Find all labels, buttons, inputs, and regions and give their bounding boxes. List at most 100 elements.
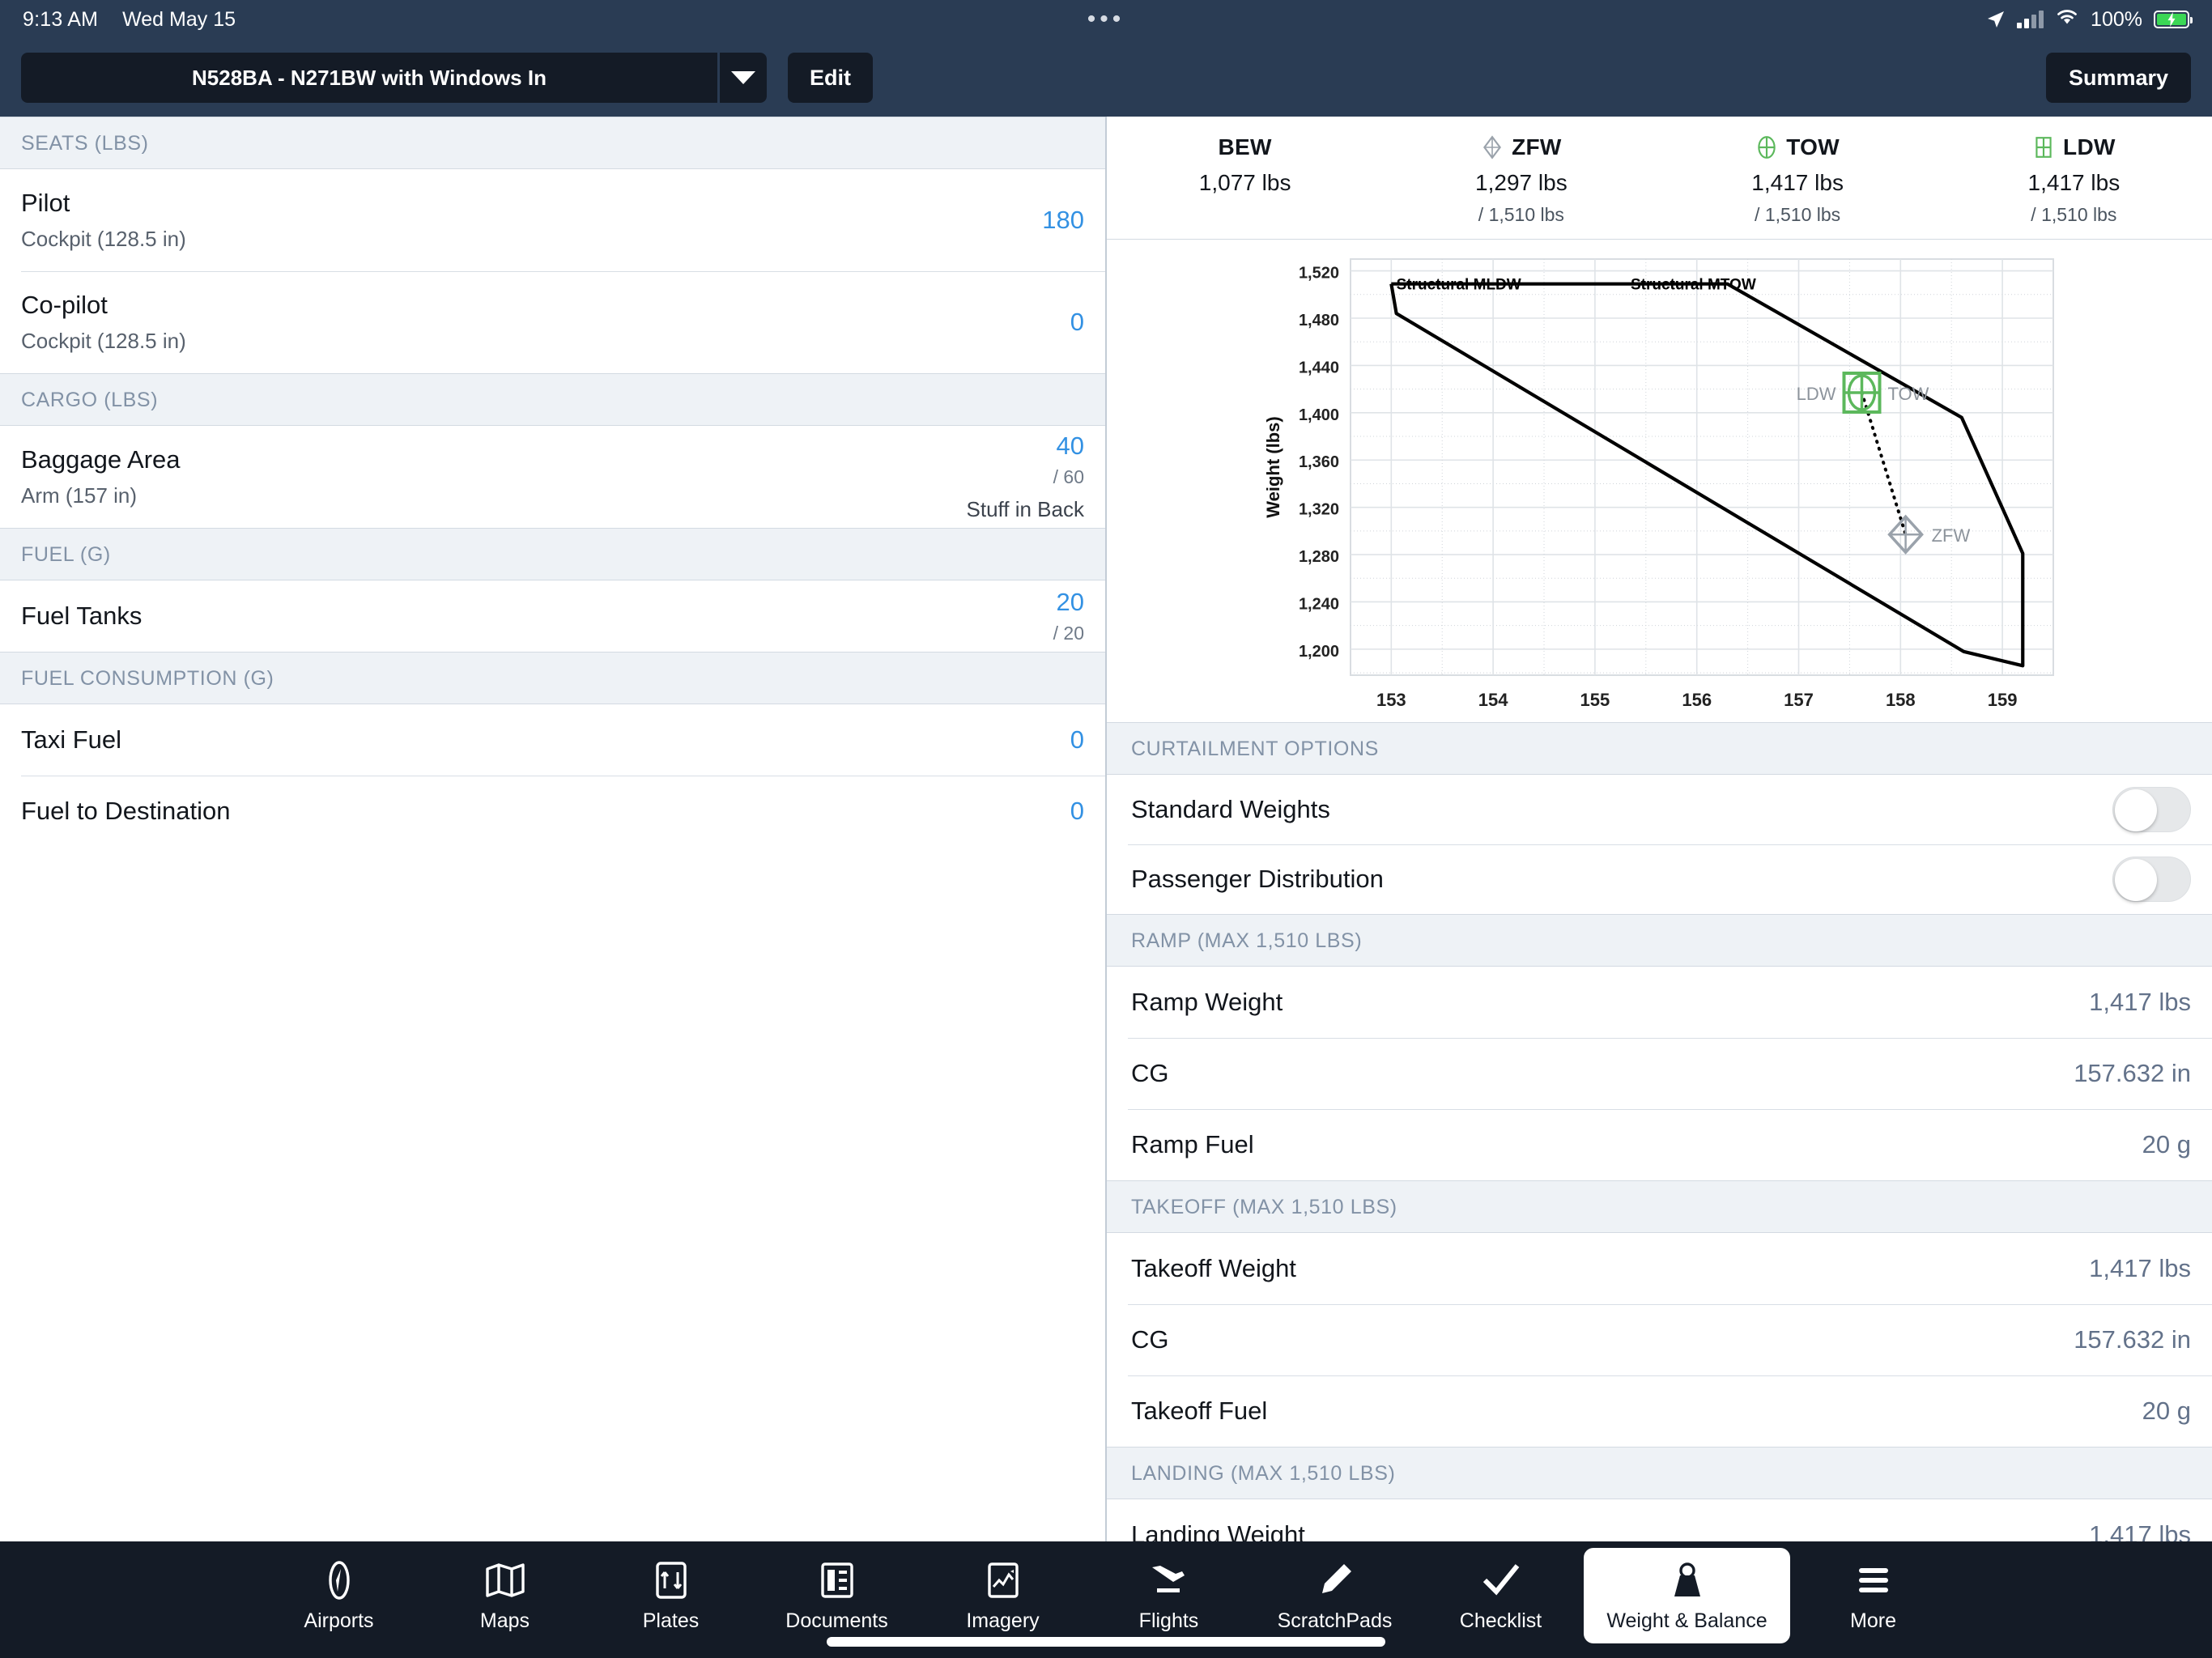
row-value[interactable]: 0 xyxy=(938,308,1084,337)
tab-plates[interactable]: Plates xyxy=(588,1548,754,1643)
svg-text:1,440: 1,440 xyxy=(1298,359,1338,376)
toggle-knob xyxy=(2115,859,2157,901)
main-content: SEATS (LBS) Pilot Cockpit (128.5 in) 180… xyxy=(0,117,2212,1541)
aircraft-selector[interactable]: N528BA - N271BW with Windows In xyxy=(21,53,767,103)
standard-weights-toggle[interactable] xyxy=(2112,787,2191,832)
row-max: / 20 xyxy=(1053,623,1084,644)
tab-label: Plates xyxy=(642,1609,700,1632)
svg-text:TOW: TOW xyxy=(1887,384,1929,404)
status-date: Wed May 15 xyxy=(122,7,236,31)
weight-icon xyxy=(1666,1559,1708,1601)
aircraft-name-label[interactable]: N528BA - N271BW with Windows In xyxy=(21,53,717,103)
svg-text:1,520: 1,520 xyxy=(1298,265,1338,283)
list-item: Landing Weight 1,417 lbs xyxy=(1107,1499,2212,1541)
svg-text:ZFW: ZFW xyxy=(1931,525,1970,546)
status-center-dots: ••• xyxy=(1087,6,1125,32)
tab-airports[interactable]: Airports xyxy=(256,1548,422,1643)
svg-text:1,320: 1,320 xyxy=(1298,501,1338,519)
tab-maps[interactable]: Maps xyxy=(422,1548,588,1643)
list-item[interactable]: Taxi Fuel 0 xyxy=(0,704,1105,776)
list-item: CG 157.632 in xyxy=(1107,1304,2212,1375)
toggle-knob xyxy=(2115,789,2157,831)
list-item[interactable]: Co-pilot Cockpit (128.5 in) 0 xyxy=(0,271,1105,373)
weight-label: BEW xyxy=(1218,134,1272,159)
tab-more[interactable]: More xyxy=(1790,1548,1956,1643)
svg-text:1,400: 1,400 xyxy=(1298,406,1338,424)
row-title: Ramp Weight xyxy=(1131,988,1283,1016)
row-max: / 60 xyxy=(1053,466,1084,487)
svg-text:158: 158 xyxy=(1885,690,1915,710)
list-item: Takeoff Fuel 20 g xyxy=(1107,1375,2212,1447)
row-title: Fuel to Destination xyxy=(21,797,231,825)
list-item[interactable]: Fuel to Destination 0 xyxy=(0,776,1105,847)
passenger-distribution-toggle[interactable] xyxy=(2112,857,2191,902)
tab-label: Imagery xyxy=(966,1609,1040,1632)
weight-cell-ldw: LDW 1,417 lbs / 1,510 lbs xyxy=(1936,134,2212,226)
list-item[interactable]: Passenger Distribution xyxy=(1107,844,2212,914)
plate-icon xyxy=(650,1559,692,1601)
weight-label: ZFW xyxy=(1512,134,1562,159)
tab-scratchpads[interactable]: ScratchPads xyxy=(1252,1548,1418,1643)
section-header-takeoff: TAKEOFF (MAX 1,510 LBS) xyxy=(1107,1180,2212,1233)
weight-value: 1,077 lbs xyxy=(1198,170,1291,195)
tab-imagery[interactable]: Imagery xyxy=(920,1548,1086,1643)
battery-charging-icon xyxy=(2154,11,2193,28)
documents-icon xyxy=(816,1559,858,1601)
row-value: 1,417 lbs xyxy=(2089,1254,2191,1282)
row-value: 157.632 in xyxy=(2074,1059,2191,1087)
row-value: 1,417 lbs xyxy=(2089,988,2191,1016)
list-item[interactable]: Baggage Area Arm (157 in) 40 / 60 Stuff … xyxy=(0,426,1105,528)
home-indicator xyxy=(827,1637,1385,1647)
svg-text:157: 157 xyxy=(1784,690,1814,710)
compass-icon xyxy=(318,1559,360,1601)
row-value: 20 g xyxy=(2142,1397,2191,1425)
row-title: Landing Weight xyxy=(1131,1520,1305,1541)
list-item[interactable]: Pilot Cockpit (128.5 in) 180 xyxy=(0,169,1105,271)
list-item[interactable]: Fuel Tanks 20 / 20 xyxy=(0,580,1105,652)
tab-label: Airports xyxy=(304,1609,374,1632)
section-header-ramp: RAMP (MAX 1,510 LBS) xyxy=(1107,914,2212,967)
hamburger-icon xyxy=(1853,1559,1895,1601)
section-header-landing: LANDING (MAX 1,510 LBS) xyxy=(1107,1447,2212,1499)
tab-flights[interactable]: Flights xyxy=(1086,1548,1252,1643)
tab-checklist[interactable]: Checklist xyxy=(1418,1548,1584,1643)
row-title: Passenger Distribution xyxy=(1131,865,1384,893)
row-title: Ramp Fuel xyxy=(1131,1130,1254,1158)
chevron-down-icon[interactable] xyxy=(720,53,767,103)
row-title: Pilot xyxy=(21,189,70,217)
svg-text:Weight (lbs): Weight (lbs) xyxy=(1263,416,1283,517)
list-item: Ramp Fuel 20 g xyxy=(1107,1109,2212,1180)
tab-bar: Airports Maps Plates Documents Imagery F… xyxy=(0,1541,2212,1658)
weight-cell-zfw: ZFW 1,297 lbs / 1,510 lbs xyxy=(1383,134,1659,226)
section-header-fuel: FUEL (G) xyxy=(0,528,1105,580)
row-value[interactable]: 0 xyxy=(938,725,1084,755)
flights-icon xyxy=(1148,1559,1190,1601)
tab-weight-and-balance[interactable]: Weight & Balance xyxy=(1584,1548,1790,1643)
section-header-curtailment: CURTAILMENT OPTIONS xyxy=(1107,722,2212,775)
list-item[interactable]: Standard Weights xyxy=(1107,775,2212,844)
results-pane: BEW 1,077 lbs ZFW 1,297 lbs / 1,510 lbs xyxy=(1107,117,2212,1541)
row-title: CG xyxy=(1131,1325,1169,1354)
cg-envelope-chart[interactable]: 1,200 1,240 1,280 1,320 1,360 1,400 1,440 1,480… xyxy=(1107,240,2212,722)
svg-text:1,200: 1,200 xyxy=(1298,643,1338,661)
row-value[interactable]: 180 xyxy=(938,206,1084,235)
weight-label: LDW xyxy=(2063,134,2116,159)
tab-documents[interactable]: Documents xyxy=(754,1548,920,1643)
svg-text:1,280: 1,280 xyxy=(1298,548,1338,566)
row-value[interactable]: 0 xyxy=(938,797,1084,826)
location-arrow-icon xyxy=(1986,10,2006,29)
svg-text:154: 154 xyxy=(1478,690,1508,710)
row-subtitle: Cockpit (128.5 in) xyxy=(21,329,186,353)
tab-label: ScratchPads xyxy=(1277,1609,1393,1632)
svg-text:155: 155 xyxy=(1580,690,1610,710)
status-indicators: 100% xyxy=(1986,7,2193,32)
summary-button[interactable]: Summary xyxy=(2045,53,2191,103)
row-value[interactable]: 20 xyxy=(938,588,1084,617)
weight-max: / 1,510 lbs xyxy=(1478,204,1564,225)
edit-button[interactable]: Edit xyxy=(788,53,873,103)
loading-items-pane: SEATS (LBS) Pilot Cockpit (128.5 in) 180… xyxy=(0,117,1107,1541)
app-root: 9:13 AM Wed May 15 ••• 100% N528BA - N27… xyxy=(0,0,2212,1658)
svg-text:LDW: LDW xyxy=(1796,384,1836,404)
row-value[interactable]: 40 xyxy=(1057,432,1084,461)
svg-text:1,480: 1,480 xyxy=(1298,312,1338,329)
